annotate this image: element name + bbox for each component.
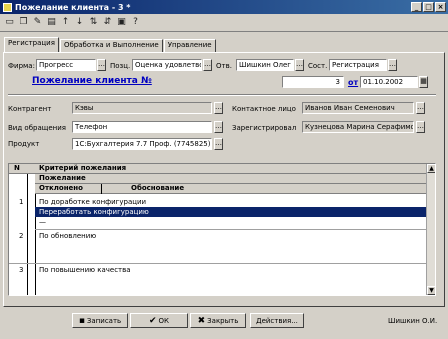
- help-icon[interactable]: ▣: [116, 17, 127, 28]
- kontakt-select-button[interactable]: …: [416, 102, 425, 114]
- question-icon[interactable]: ?: [130, 17, 141, 28]
- product-select-button[interactable]: …: [214, 138, 223, 150]
- zareg-field[interactable]: Кузнецова Марина Серафимов: [302, 121, 414, 133]
- close-button[interactable]: ×: [435, 2, 446, 12]
- pos-field[interactable]: Оценка удовлетворе: [132, 59, 202, 71]
- sort-desc-icon[interactable]: ⇵: [102, 17, 113, 28]
- product-field[interactable]: 1С:Бухгалтерия 7.7 Проф. (7745825): [72, 138, 212, 150]
- close-form-button[interactable]: ✖ Закрыть: [190, 313, 246, 328]
- doc-number-field[interactable]: 3: [282, 76, 344, 88]
- criteria-table[interactable]: N Критерий пожелания Пожелание Отклонено…: [8, 163, 436, 296]
- doc-title: Пожелание клиента №: [32, 76, 152, 86]
- table-row-selected[interactable]: Переработать конфигурацию: [35, 207, 427, 217]
- pos-label: Позц.: [110, 62, 131, 70]
- kontragent-select-button[interactable]: …: [214, 102, 223, 114]
- table-row[interactable]: 3 По повышению качества: [9, 265, 427, 275]
- separator: [8, 94, 436, 96]
- close-x-icon: ✖: [197, 315, 206, 326]
- up-icon[interactable]: ↑: [60, 17, 71, 28]
- sort-asc-icon[interactable]: ⇅: [88, 17, 99, 28]
- col-criteria-header: Критерий пожелания: [39, 164, 127, 172]
- actions-button[interactable]: Действия...: [250, 313, 304, 328]
- minimize-button[interactable]: _: [411, 2, 422, 12]
- maximize-button[interactable]: □: [423, 2, 434, 12]
- col-n-header: N: [14, 164, 20, 172]
- table-row[interactable]: 2 По обновлению: [9, 231, 427, 241]
- kontakt-field[interactable]: Иванов Иван Семенович: [302, 102, 414, 114]
- sost-field[interactable]: Регистрация: [329, 59, 387, 71]
- tab-registration[interactable]: Регистрация: [4, 37, 59, 53]
- app-icon: [3, 2, 12, 12]
- date-label: от: [348, 78, 359, 87]
- table-scrollbar[interactable]: ▲ ▼: [426, 164, 435, 295]
- calendar-button[interactable]: ▦: [419, 76, 428, 88]
- copy-icon[interactable]: ❐: [18, 17, 29, 28]
- author-label: Шишкин О.И.: [388, 317, 438, 325]
- col-wish-header: Пожелание: [39, 174, 86, 182]
- window-title: Пожелание клиента - 3 *: [15, 2, 131, 12]
- kontragent-label: Контрагент: [8, 105, 52, 113]
- table-row[interactable]: 1 По доработке конфигурации: [9, 197, 427, 207]
- disk-icon: ▪: [78, 315, 85, 326]
- check-icon: ✔: [148, 315, 157, 326]
- scroll-down-icon[interactable]: ▼: [427, 286, 435, 295]
- scroll-up-icon[interactable]: ▲: [427, 164, 435, 173]
- ok-button[interactable]: ✔ ОК: [130, 313, 188, 328]
- firm-label: Фирма:: [8, 62, 35, 70]
- firm-select-button[interactable]: …: [97, 59, 106, 71]
- edit-icon[interactable]: ✎: [32, 17, 43, 28]
- otv-label: Отв.: [216, 62, 232, 70]
- down-icon[interactable]: ↓: [74, 17, 85, 28]
- tab-strip: Регистрация Обработка и Выполнение Управ…: [4, 37, 217, 53]
- kontakt-label: Контактное лицо: [232, 105, 296, 113]
- kontragent-field[interactable]: Кэвы: [72, 102, 212, 114]
- new-icon[interactable]: ▭: [4, 17, 15, 28]
- sost-label: Сост.: [308, 62, 328, 70]
- pos-select-button[interactable]: …: [203, 59, 212, 71]
- otv-field[interactable]: Шишкин Олег И: [236, 59, 294, 71]
- title-bar: Пожелание клиента - 3 * _ □ ×: [0, 0, 448, 14]
- sost-select-button[interactable]: …: [388, 59, 397, 71]
- toolbar: ▭ ❐ ✎ ▤ ↑ ↓ ⇅ ⇵ ▣ ?: [0, 14, 448, 32]
- otv-select-button[interactable]: …: [295, 59, 304, 71]
- vid-select-button[interactable]: …: [214, 121, 223, 133]
- col-rejected-header: Отклонено: [39, 184, 83, 192]
- product-label: Продукт: [8, 140, 40, 148]
- vid-label: Вид обращения: [8, 124, 66, 132]
- col-reason-header: Обоснование: [131, 184, 185, 192]
- doc-date-field[interactable]: 01.10.2002: [360, 76, 418, 88]
- table-row[interactable]: —: [9, 217, 427, 227]
- tab-processing[interactable]: Обработка и Выполнение: [59, 39, 163, 53]
- save-button[interactable]: ▪ Записать: [72, 313, 128, 328]
- print-icon[interactable]: ▤: [46, 17, 57, 28]
- tab-management[interactable]: Управление: [163, 39, 216, 53]
- vid-field[interactable]: Телефон: [72, 121, 212, 133]
- zareg-label: Зарегистрировал: [232, 124, 297, 132]
- firm-field[interactable]: Прогресс: [36, 59, 96, 71]
- zareg-select-button[interactable]: …: [416, 121, 425, 133]
